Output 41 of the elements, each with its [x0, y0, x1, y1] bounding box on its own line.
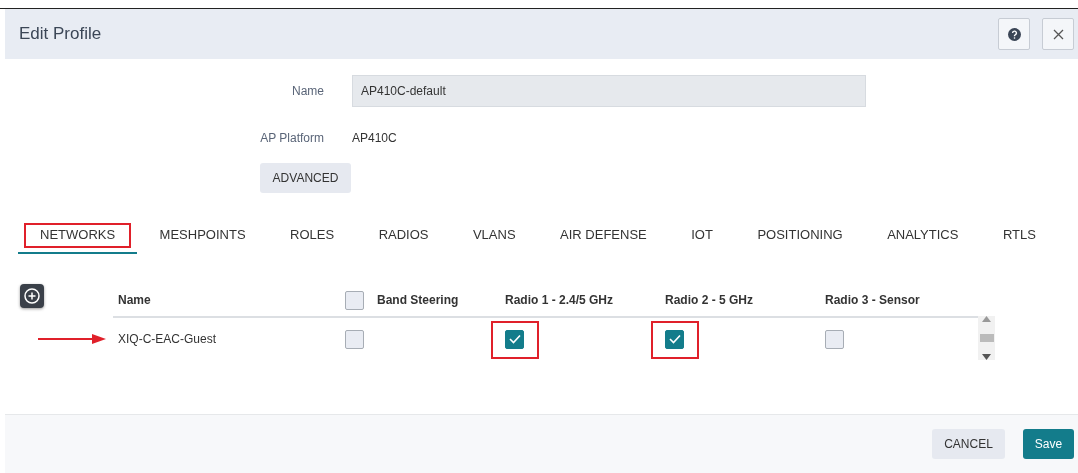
tab[interactable]: RADIOS	[356, 217, 451, 254]
tab[interactable]: NETWORKS	[18, 217, 138, 254]
column-header: Band Steering	[377, 284, 505, 318]
scroll-thumb[interactable]	[979, 334, 994, 342]
checkbox[interactable]	[505, 329, 524, 349]
name-field[interactable]: AP410C-default	[352, 75, 866, 107]
advanced-button[interactable]: ADVANCED	[260, 163, 351, 193]
column-header: Radio 3 - Sensor	[825, 284, 978, 318]
scroll-down-icon[interactable]	[982, 354, 991, 360]
column-header: Radio 2 - 5 GHz	[665, 284, 825, 318]
field-label: Name	[291, 84, 325, 98]
tab[interactable]: RTLS	[980, 217, 1058, 254]
checkbox[interactable]	[825, 329, 844, 349]
dialog-title: Edit Profile	[19, 24, 103, 44]
close-icon	[1052, 28, 1064, 40]
checkbox[interactable]	[345, 329, 364, 349]
help-icon	[1007, 27, 1021, 41]
save-button[interactable]: Save	[1023, 429, 1074, 459]
tab[interactable]: MESHPOINTS	[137, 217, 268, 254]
checkbox[interactable]	[665, 329, 684, 349]
scrollbar[interactable]	[978, 316, 995, 360]
scroll-up-icon[interactable]	[982, 316, 991, 322]
tab[interactable]: ROLES	[268, 217, 357, 254]
platform-value: AP410C	[352, 131, 397, 145]
cancel-button[interactable]: CANCEL	[932, 429, 1005, 459]
column-header: Name	[113, 284, 345, 318]
network-name: XIQ-C-EAC-Guest	[117, 332, 216, 346]
check-icon	[668, 334, 681, 344]
close-button[interactable]	[1042, 18, 1074, 50]
checkbox[interactable]	[345, 290, 364, 310]
add-button[interactable]	[20, 284, 44, 308]
tab[interactable]: POSITIONING	[735, 217, 865, 254]
tab[interactable]: AIR DEFENSE	[538, 217, 669, 254]
tab[interactable]: IOT	[669, 217, 735, 254]
column-header: Radio 1 - 2.4/5 GHz	[505, 284, 665, 318]
check-icon	[508, 334, 521, 344]
help-button[interactable]	[998, 18, 1030, 50]
field-label: AP Platform	[259, 131, 325, 145]
plus-icon	[24, 288, 40, 304]
tab[interactable]: ANALYTICS	[865, 217, 981, 254]
tab[interactable]: VLANS	[450, 217, 538, 254]
